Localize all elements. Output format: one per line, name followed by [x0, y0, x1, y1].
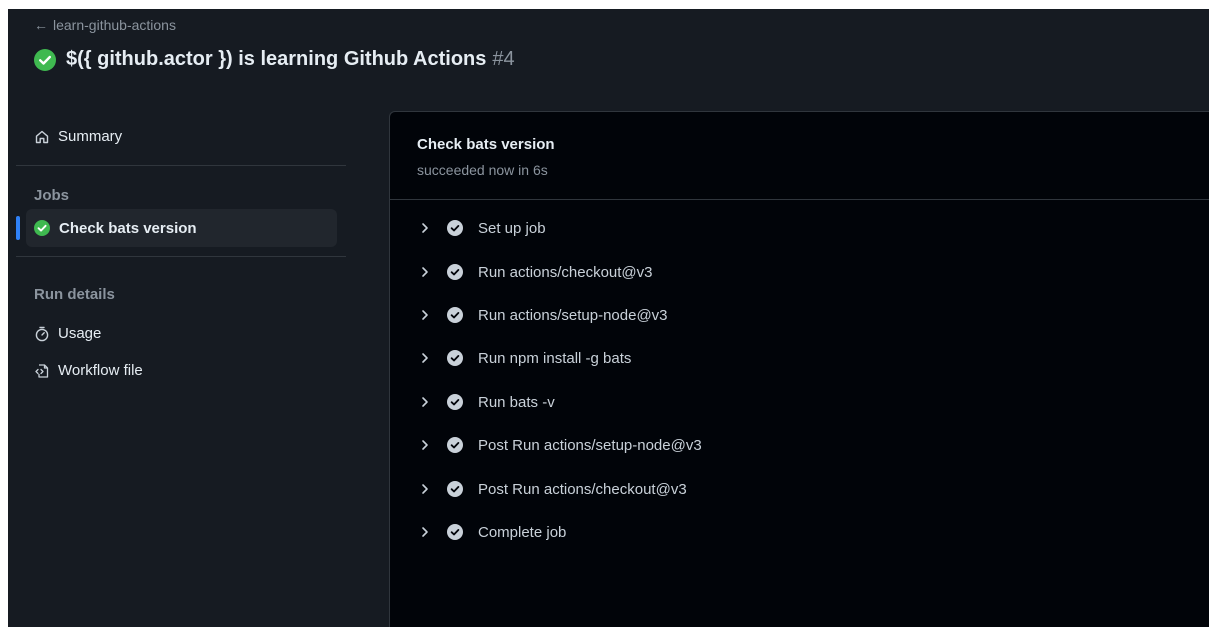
job-panel: Check bats version succeeded now in 6s S… — [389, 111, 1209, 627]
step-label: Post Run actions/checkout@v3 — [478, 480, 687, 498]
step-run-setup-node[interactable]: Run actions/setup-node@v3 — [390, 295, 1209, 335]
job-status: succeeded now in 6s — [417, 162, 548, 178]
page-title: $({ github.actor }) is learning Github A… — [66, 48, 515, 71]
step-label: Run actions/checkout@v3 — [478, 263, 653, 281]
sidebar-item-label: Summary — [58, 128, 123, 145]
check-circle-icon — [447, 350, 463, 366]
step-label: Post Run actions/setup-node@v3 — [478, 436, 702, 454]
back-link-label: learn-github-actions — [53, 17, 176, 33]
step-post-run-setup-node[interactable]: Post Run actions/setup-node@v3 — [390, 425, 1209, 465]
run-title: $({ github.actor }) is learning Github A… — [66, 48, 487, 70]
check-circle-icon — [447, 220, 463, 236]
check-circle-icon — [34, 220, 50, 236]
home-icon — [34, 129, 50, 145]
check-circle-icon — [34, 48, 56, 71]
file-code-icon — [34, 363, 50, 379]
chevron-right-icon — [420, 483, 430, 495]
sidebar-divider — [16, 165, 346, 166]
job-header: Check bats version succeeded now in 6s — [390, 112, 1209, 200]
chevron-right-icon — [420, 266, 430, 278]
workflow-run-page: ← learn-github-actions $({ github.actor … — [8, 9, 1209, 627]
check-circle-icon — [447, 437, 463, 453]
chevron-right-icon — [420, 396, 430, 408]
chevron-right-icon — [420, 309, 430, 321]
step-complete-job[interactable]: Complete job — [390, 512, 1209, 552]
chevron-right-icon — [420, 526, 430, 538]
run-details-heading: Run details — [34, 286, 115, 303]
chevron-right-icon — [420, 352, 430, 364]
step-post-run-checkout[interactable]: Post Run actions/checkout@v3 — [390, 469, 1209, 509]
chevron-right-icon — [420, 439, 430, 451]
chevron-right-icon — [420, 222, 430, 234]
step-label: Run npm install -g bats — [478, 349, 632, 367]
check-circle-icon — [447, 307, 463, 323]
sidebar-divider — [16, 256, 346, 257]
sidebar-item-label: Usage — [58, 325, 102, 342]
jobs-heading: Jobs — [34, 187, 70, 204]
check-circle-icon — [447, 394, 463, 410]
sidebar-item-workflow-file[interactable]: Workflow file — [34, 362, 143, 379]
step-run-checkout[interactable]: Run actions/checkout@v3 — [390, 252, 1209, 292]
run-title-row: $({ github.actor }) is learning Github A… — [34, 48, 515, 71]
step-run-bats[interactable]: Run bats -v — [390, 382, 1209, 422]
step-label: Complete job — [478, 523, 567, 541]
step-label: Run bats -v — [478, 393, 555, 411]
sidebar-item-usage[interactable]: Usage — [34, 325, 101, 342]
sidebar-item-label: Workflow file — [58, 362, 143, 379]
run-header: ← learn-github-actions $({ github.actor … — [8, 9, 1209, 111]
step-set-up-job[interactable]: Set up job — [390, 208, 1209, 248]
check-circle-icon — [447, 481, 463, 497]
run-number: #4 — [492, 48, 515, 70]
check-circle-icon — [447, 264, 463, 280]
job-title: Check bats version — [417, 136, 555, 153]
sidebar-item-label: Check bats version — [59, 219, 197, 237]
step-run-npm-install[interactable]: Run npm install -g bats — [390, 338, 1209, 378]
sidebar: Summary Jobs Check bats version Run deta… — [8, 111, 388, 627]
sidebar-item-check-bats-version[interactable]: Check bats version — [16, 209, 337, 247]
sidebar-item-summary[interactable]: Summary — [34, 128, 122, 145]
check-circle-icon — [447, 524, 463, 540]
arrow-left-icon: ← — [34, 17, 48, 33]
active-indicator — [16, 216, 20, 240]
step-label: Set up job — [478, 219, 546, 237]
back-link[interactable]: ← learn-github-actions — [34, 17, 176, 33]
stopwatch-icon — [34, 326, 50, 342]
step-label: Run actions/setup-node@v3 — [478, 306, 668, 324]
